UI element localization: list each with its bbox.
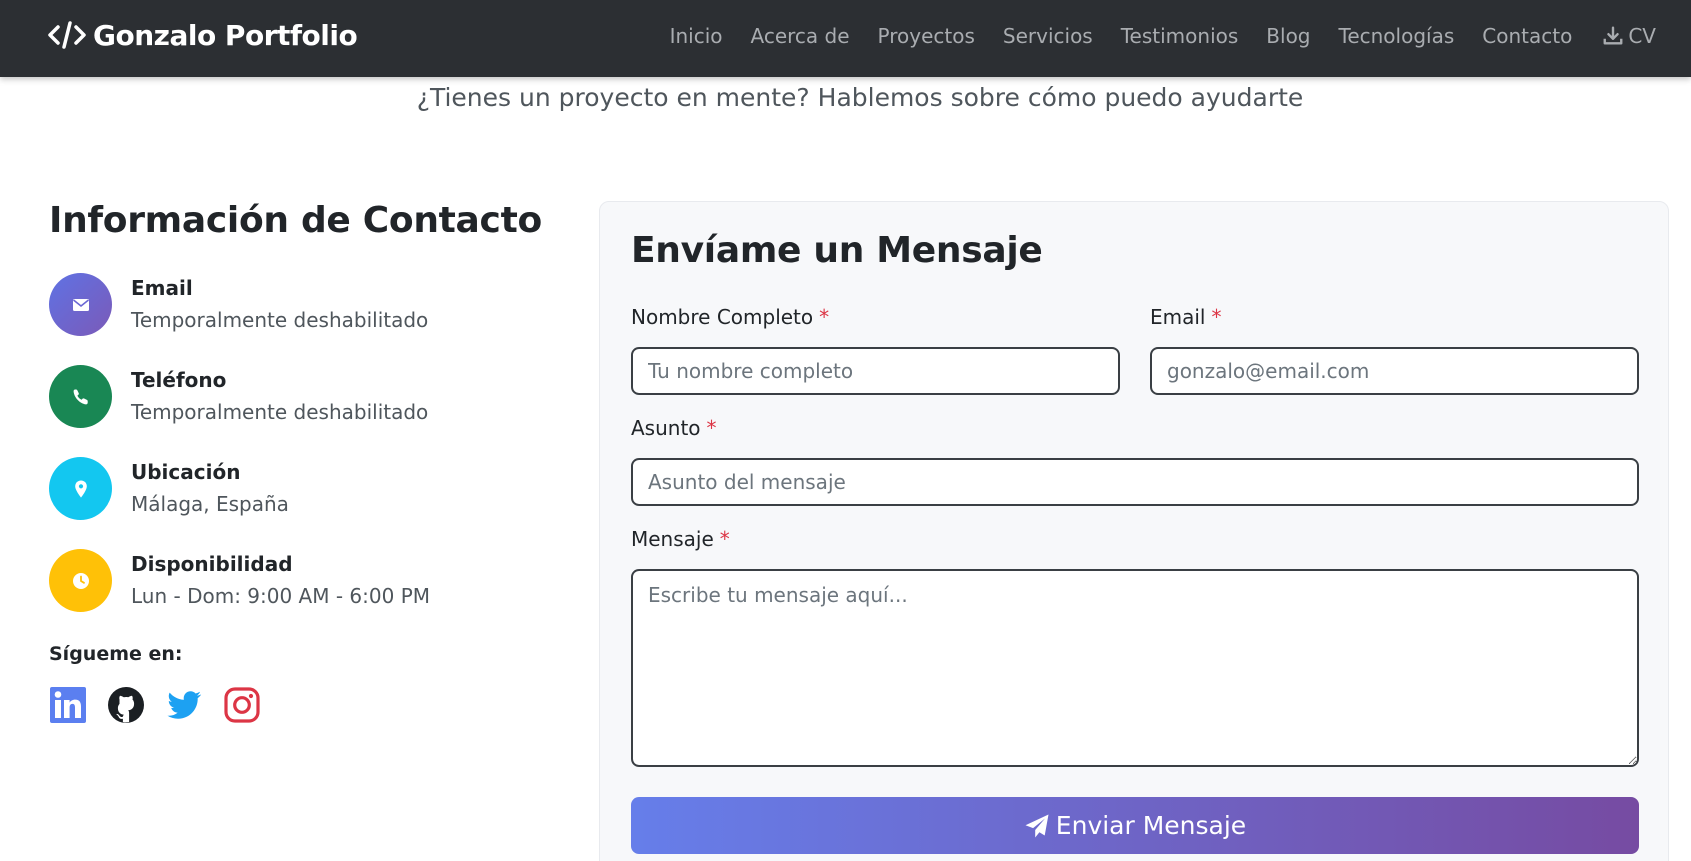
email-value: Temporalmente deshabilitado [131, 308, 429, 332]
send-message-label: Enviar Mensaje [1055, 811, 1247, 840]
brand-logo[interactable]: Gonzalo Portfolio [47, 17, 358, 53]
email-circle [49, 273, 112, 336]
nav-link-inicio[interactable]: Inicio [670, 24, 723, 48]
nav-link-blog[interactable]: Blog [1266, 24, 1310, 48]
availability-value: Lun - Dom: 9:00 AM - 6:00 PM [131, 584, 431, 608]
github-icon [108, 687, 144, 723]
email-label-text: Email [1150, 305, 1206, 329]
subject-input[interactable] [631, 458, 1639, 506]
paper-plane-icon [1025, 814, 1049, 837]
form-title: Envíame un Mensaje [631, 230, 1043, 271]
message-label-text: Mensaje [631, 527, 714, 551]
cv-label: CV [1628, 24, 1656, 48]
message-field-label: Mensaje * [631, 527, 730, 551]
linkedin-icon [50, 687, 86, 723]
location-value: Málaga, España [131, 492, 289, 516]
contact-item-availability: Disponibilidad Lun - Dom: 9:00 AM - 6:00… [49, 549, 549, 613]
clock-icon [72, 572, 89, 589]
social-links [49, 686, 281, 724]
nav-link-testimonios[interactable]: Testimonios [1121, 24, 1239, 48]
send-message-button[interactable]: Enviar Mensaje [631, 797, 1639, 854]
instagram-link[interactable] [223, 686, 261, 724]
twitter-icon [167, 691, 202, 719]
nav-link-contacto[interactable]: Contacto [1482, 24, 1572, 48]
required-mark: * [719, 527, 730, 551]
message-form-card: Envíame un Mensaje Nombre Completo* Emai… [599, 201, 1669, 861]
phone-label: Teléfono [131, 368, 227, 392]
availability-circle [49, 549, 112, 612]
follow-label: Sígueme en: [49, 643, 183, 665]
required-mark: * [819, 305, 830, 329]
required-mark: * [1211, 305, 1222, 329]
location-circle [49, 457, 112, 520]
name-label-text: Nombre Completo [631, 305, 814, 329]
instagram-icon [224, 687, 260, 723]
brand-name: Gonzalo Portfolio [93, 18, 358, 52]
contact-item-location: Ubicación Málaga, España [49, 457, 549, 521]
name-field-label: Nombre Completo * [631, 305, 829, 329]
phone-circle [49, 365, 112, 428]
nav-link-acerca[interactable]: Acerca de [751, 24, 850, 48]
email-label: Email [131, 276, 193, 300]
contact-info-title: Información de Contacto [49, 200, 542, 241]
linkedin-link[interactable] [49, 686, 87, 724]
contact-item-phone: Teléfono Temporalmente deshabilitado [49, 365, 549, 429]
email-input[interactable] [1150, 347, 1639, 395]
contact-subtitle: ¿Tienes un proyecto en mente? Hablemos s… [416, 83, 1304, 112]
nav-link-servicios[interactable]: Servicios [1003, 24, 1093, 48]
navbar: Gonzalo Portfolio Inicio Acerca de Proye… [0, 0, 1691, 77]
code-icon [48, 21, 86, 49]
location-label: Ubicación [131, 460, 241, 484]
subject-label-text: Asunto [631, 416, 701, 440]
nav-links: Inicio Acerca de Proyectos Servicios Tes… [642, 0, 1656, 72]
github-link[interactable] [107, 686, 145, 724]
required-mark: * [706, 416, 717, 440]
message-textarea[interactable] [631, 569, 1639, 767]
nav-link-tecnologias[interactable]: Tecnologías [1339, 24, 1455, 48]
phone-icon [73, 389, 88, 404]
full-name-input[interactable] [631, 347, 1120, 395]
subject-field-label: Asunto * [631, 416, 717, 440]
phone-value: Temporalmente deshabilitado [131, 400, 429, 424]
twitter-link[interactable] [165, 686, 203, 724]
envelope-icon [72, 298, 89, 311]
map-pin-icon [74, 480, 87, 497]
download-cv-button[interactable]: CV [1602, 24, 1656, 48]
nav-link-proyectos[interactable]: Proyectos [878, 24, 975, 48]
availability-label: Disponibilidad [131, 552, 293, 576]
contact-item-email: Email Temporalmente deshabilitado [49, 273, 549, 337]
download-icon [1603, 26, 1623, 45]
email-field-label: Email * [1150, 305, 1222, 329]
